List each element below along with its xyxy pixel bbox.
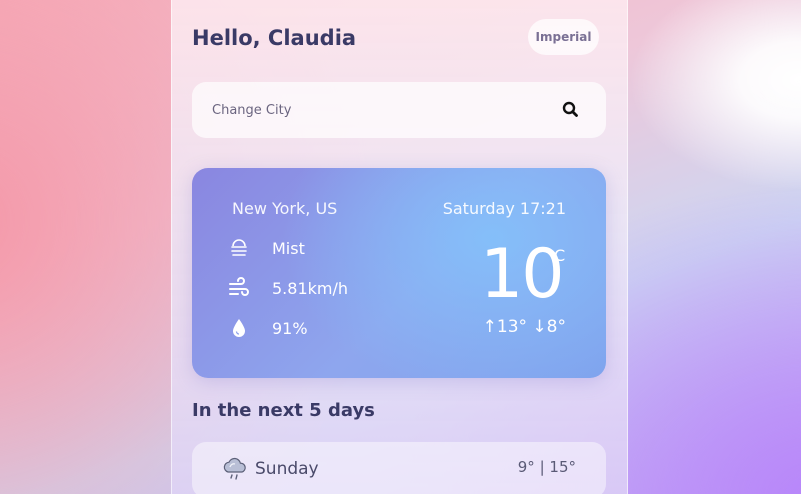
wind-speed-text: 5.81km/h bbox=[272, 278, 349, 298]
datetime-label: Saturday 17:21 bbox=[442, 199, 566, 218]
city-search-input[interactable] bbox=[192, 82, 552, 138]
city-search-bar bbox=[192, 82, 606, 138]
forecast-section-title: In the next 5 days bbox=[192, 400, 375, 421]
wind-row: 5.81km/h bbox=[228, 276, 348, 300]
condition-text: Mist bbox=[272, 238, 305, 258]
rain-cloud-icon bbox=[222, 456, 248, 484]
forecast-day-name: Sunday bbox=[255, 459, 319, 479]
location-label: New York, US bbox=[232, 199, 338, 218]
droplet-icon bbox=[228, 317, 250, 339]
mist-icon bbox=[228, 237, 250, 259]
app-panel: Hello, Claudia Imperial New York, US Sat… bbox=[171, 0, 628, 494]
unit-toggle-button[interactable]: Imperial bbox=[528, 19, 599, 55]
high-low-temperature: ↑13° ↓8° bbox=[482, 317, 566, 337]
search-icon[interactable] bbox=[561, 100, 581, 120]
wind-icon bbox=[228, 277, 250, 299]
condition-row: Mist bbox=[228, 236, 305, 260]
greeting-heading: Hello, Claudia bbox=[192, 26, 357, 50]
current-weather-card: New York, US Saturday 17:21 Mist 5.81km/… bbox=[192, 168, 606, 378]
forecast-temperature-range: 9° | 15° bbox=[517, 458, 576, 476]
humidity-row: 91% bbox=[228, 316, 308, 340]
temperature-unit: °C bbox=[546, 246, 566, 265]
forecast-day-row[interactable]: Sunday 9° | 15° bbox=[192, 442, 606, 494]
humidity-text: 91% bbox=[272, 318, 308, 338]
